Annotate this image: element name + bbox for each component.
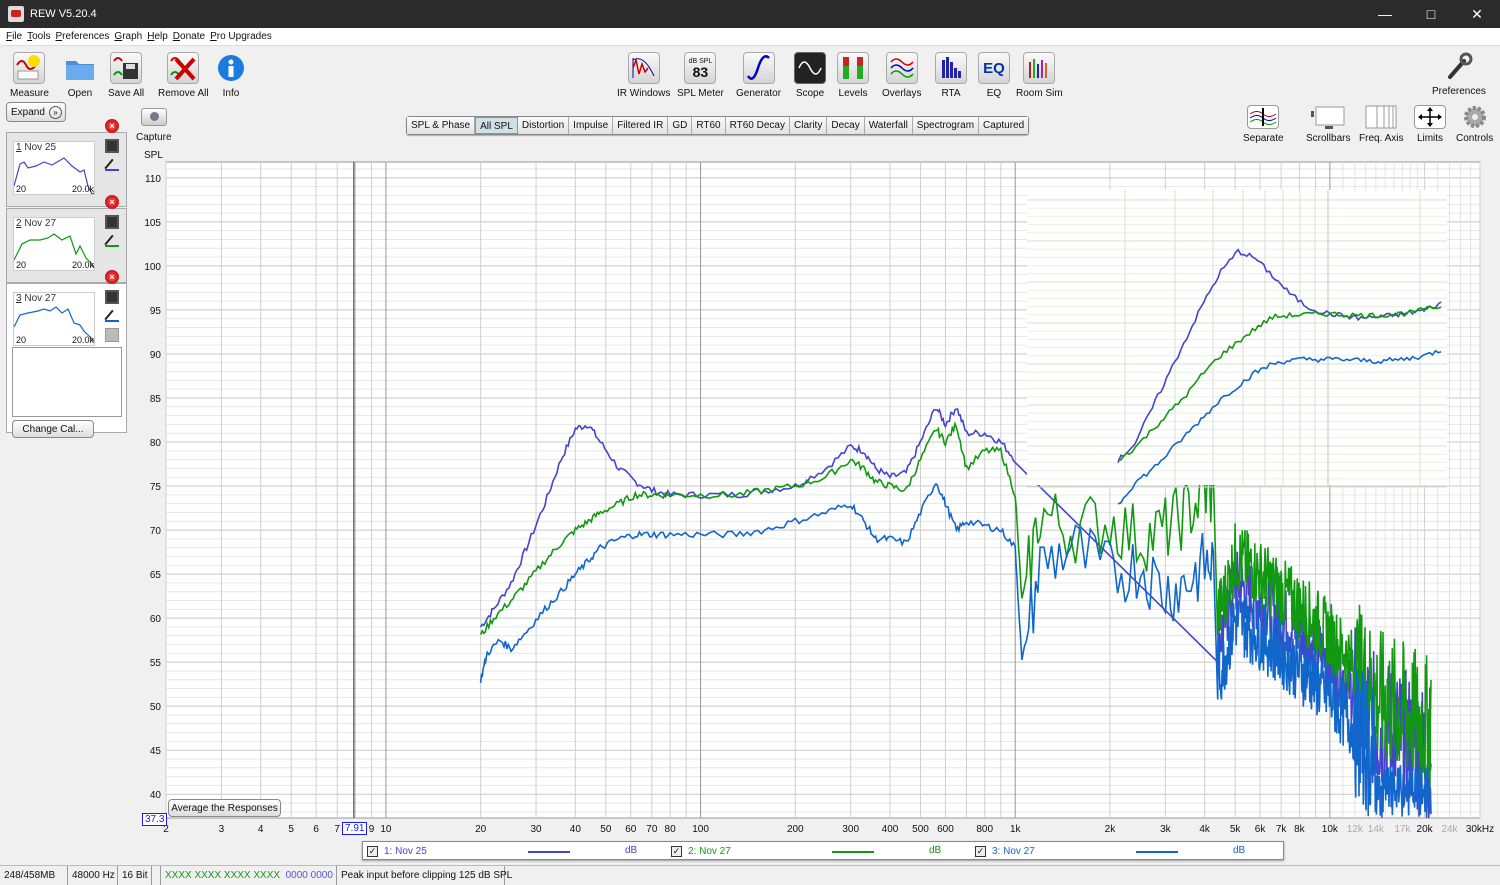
x-tick-label: 6 (313, 824, 319, 835)
x-tick-label: 4 (258, 824, 264, 835)
x-tick-label: 70 (646, 824, 658, 835)
y-tick-label: 90 (150, 350, 162, 361)
sample-rate-status: 48000 Hz (68, 866, 118, 885)
y-tick-label: 110 (145, 174, 161, 185)
checkbox-checked-icon[interactable]: ✓ (367, 845, 378, 857)
x-tick-label: 1k (1010, 824, 1022, 835)
x-tick-label: 10 (380, 824, 392, 835)
legend-item-3[interactable]: ✓ 3: Nov 27 (975, 844, 1035, 858)
y-tick-label: 60 (150, 614, 162, 625)
legend-swatch (1136, 851, 1178, 853)
x-tick-label: 17k (1394, 824, 1411, 835)
x-tick-label: 500 (912, 824, 929, 835)
legend-swatch (832, 851, 874, 853)
checkbox-checked-icon[interactable]: ✓ (975, 845, 986, 857)
input-levels-status: XXXX XXXX XXXX XXXX 0000 0000 (161, 866, 337, 885)
y-tick-label: 70 (150, 526, 162, 537)
legend-swatch (528, 851, 570, 853)
y-tick-label: 55 (150, 658, 162, 669)
x-tick-label: 600 (937, 824, 954, 835)
x-tick-label: 12k (1347, 824, 1364, 835)
x-tick-label: 200 (787, 824, 804, 835)
x-tick-label: 10k (1322, 824, 1339, 835)
x-tick-label: 20k (1417, 824, 1434, 835)
x-tick-label: 14k (1368, 824, 1385, 835)
y-tick-label: 65 (150, 570, 162, 581)
checkbox-checked-icon[interactable]: ✓ (671, 845, 682, 857)
y-tick-label: 40 (150, 790, 162, 801)
y-tick-label: 105 (144, 218, 161, 229)
x-tick-label: 20 (475, 824, 487, 835)
x-tick-label: 400 (882, 824, 899, 835)
x-tick-label: 50 (600, 824, 612, 835)
y-tick-label: 50 (150, 702, 162, 713)
y-tick-label: 45 (150, 746, 162, 757)
x-tick-label: 30kHz (1466, 824, 1494, 835)
cursor-y-readout: 37.3 (142, 813, 168, 826)
bit-depth-status: 16 Bit (118, 866, 152, 885)
x-tick-label: 9 (369, 824, 375, 835)
average-responses-button[interactable]: Average the Responses (168, 799, 281, 817)
y-tick-label: 75 (150, 482, 162, 493)
memory-status: 248/458MB (0, 866, 68, 885)
inset-panel (1027, 190, 1447, 485)
x-tick-label: 30 (530, 824, 542, 835)
x-tick-label: 40 (570, 824, 582, 835)
x-tick-label: 800 (976, 824, 993, 835)
legend-item-1[interactable]: ✓ 1: Nov 25 (367, 844, 427, 858)
x-tick-label: 5 (288, 824, 294, 835)
x-tick-label: 24k (1441, 824, 1458, 835)
chart-legend: ✓ 1: Nov 25 dB ✓ 2: Nov 27 dB ✓ 3: Nov 2… (362, 841, 1284, 860)
x-tick-label: 6k (1255, 824, 1267, 835)
x-tick-label: 60 (625, 824, 637, 835)
x-tick-label: 100 (692, 824, 709, 835)
status-bar: 248/458MB 48000 Hz 16 Bit XXXX XXXX XXXX… (0, 865, 1500, 885)
y-tick-label: 100 (144, 262, 161, 273)
legend-item-2[interactable]: ✓ 2: Nov 27 (671, 844, 731, 858)
y-tick-label: 85 (150, 394, 162, 405)
cursor-x-readout: 7.91 (342, 822, 368, 835)
x-tick-label: 5k (1230, 824, 1242, 835)
x-tick-label: 300 (842, 824, 859, 835)
x-tick-label: 7 (334, 824, 340, 835)
x-tick-label: 8k (1294, 824, 1306, 835)
y-tick-label: 95 (150, 306, 162, 317)
spl-chart[interactable]: 1101051009590858075706560555045402 3 4 5 6 7 9… (0, 0, 1500, 840)
x-tick-label: 3k (1160, 824, 1172, 835)
x-tick-label: 7k (1276, 824, 1288, 835)
x-tick-label: 3 (219, 824, 225, 835)
x-tick-label: 4k (1199, 824, 1211, 835)
peak-input-status: Peak input before clipping 125 dB SPL (337, 866, 512, 885)
y-tick-label: 80 (150, 438, 162, 449)
x-tick-label: 2k (1105, 824, 1117, 835)
x-tick-label: 80 (665, 824, 677, 835)
